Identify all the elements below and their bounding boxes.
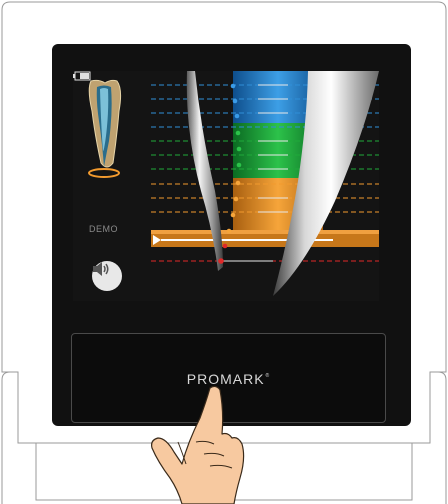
demo-mode-label: DEMO xyxy=(89,224,118,234)
speaker-icon xyxy=(93,262,109,276)
pointing-hand-icon xyxy=(151,385,245,504)
tooth-icon xyxy=(88,79,122,178)
sound-button[interactable] xyxy=(92,261,122,291)
battery-icon xyxy=(73,71,91,81)
display-screen: DEMO xyxy=(73,71,379,301)
